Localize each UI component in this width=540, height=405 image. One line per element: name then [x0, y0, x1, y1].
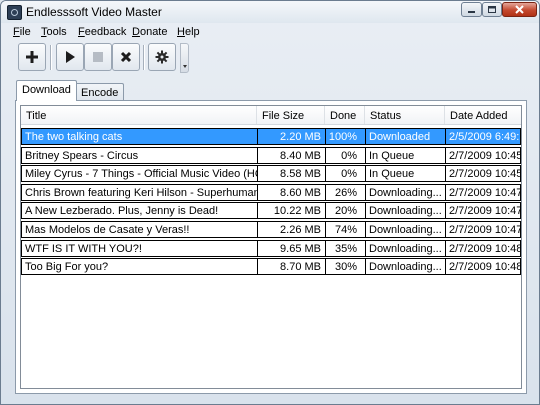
toolbar-separator	[50, 45, 52, 70]
remove-icon	[120, 51, 132, 63]
maximize-button[interactable]	[482, 2, 502, 17]
cell-done: 20%	[325, 202, 365, 220]
column-header-date-added[interactable]: Date Added	[445, 106, 521, 124]
toolbar-overflow-button[interactable]	[180, 43, 189, 73]
cell-title: A New Lezberado. Plus, Jenny is Dead!	[21, 202, 257, 220]
add-icon	[26, 51, 38, 63]
cell-title: Mas Modelos de Casate y Veras!!	[21, 221, 257, 238]
column-header-file-size[interactable]: File Size	[257, 106, 325, 124]
cell-done: 100%	[325, 128, 365, 145]
menu-help-accel: H	[177, 26, 185, 38]
toolbar	[12, 43, 190, 73]
cell-done: 0%	[325, 165, 365, 183]
cell-title: Too Big For you?	[21, 258, 257, 276]
cell-status: In Queue	[365, 146, 445, 164]
cell-status: Downloaded	[365, 128, 445, 145]
column-header-done[interactable]: Done	[325, 106, 365, 124]
menu-bar: File Tools Feedback Donate Help	[1, 25, 539, 41]
table-row[interactable]: Too Big For you? 8.70 MB 30% Downloading...…	[21, 258, 521, 276]
cell-date-added: 2/7/2009 10:47:4	[445, 202, 521, 220]
cell-date-added: 2/7/2009 10:48:1	[445, 258, 521, 276]
cell-date-added: 2/7/2009 10:48:0	[445, 239, 521, 257]
play-icon	[66, 51, 75, 63]
table-row[interactable]: Chris Brown featuring Keri Hilson - Supe…	[21, 183, 521, 202]
cell-done: 26%	[325, 183, 365, 201]
stop-icon	[93, 52, 103, 62]
cell-title: Miley Cyrus - 7 Things - Official Music …	[21, 165, 257, 183]
menu-file-accel: F	[13, 26, 20, 38]
menu-tools-label: ools	[46, 26, 67, 38]
play-button[interactable]	[56, 43, 84, 71]
cell-title: Chris Brown featuring Keri Hilson - Supe…	[21, 183, 257, 201]
cell-done: 0%	[325, 146, 365, 164]
cell-title: WTF IS IT WITH YOU?!	[21, 239, 257, 257]
cell-date-added: 2/7/2009 10:45:1	[445, 146, 521, 164]
cell-file-size: 2.20 MB	[257, 128, 325, 145]
cell-date-added: 2/7/2009 10:47:1	[445, 183, 521, 201]
menu-file-label: ile	[19, 26, 31, 38]
cell-status: Downloading...	[365, 239, 445, 257]
menu-file[interactable]: File	[13, 26, 31, 38]
app-icon[interactable]	[7, 5, 22, 20]
table-row[interactable]: Miley Cyrus - 7 Things - Official Music …	[21, 165, 521, 183]
close-icon	[515, 5, 524, 14]
cell-date-added: 2/7/2009 10:45:5	[445, 165, 521, 183]
cell-status: Downloading...	[365, 183, 445, 201]
menu-donate-label: onate	[139, 26, 168, 38]
menu-feedback[interactable]: Feedback	[78, 26, 126, 38]
table-row[interactable]: Britney Spears - Circus 8.40 MB 0% In Queue…	[21, 146, 521, 165]
menu-help-label: elp	[184, 26, 200, 38]
download-panel: Title File Size Done Status Date Added T…	[15, 100, 527, 394]
cell-file-size: 8.40 MB	[257, 146, 325, 164]
cell-status: Downloading...	[365, 258, 445, 276]
menu-tools[interactable]: Tools	[41, 26, 67, 38]
table-row[interactable]: WTF IS IT WITH YOU?! 9.65 MB 35% Downloadin…	[21, 239, 521, 258]
minimize-button[interactable]	[461, 2, 482, 17]
toolbar-separator	[143, 45, 145, 70]
cell-title: The two talking cats	[21, 128, 257, 145]
cell-file-size: 8.58 MB	[257, 165, 325, 183]
minimize-icon	[468, 11, 475, 13]
menu-feedback-label: eedback	[84, 26, 127, 38]
cell-status: In Queue	[365, 165, 445, 183]
cell-status: Downloading...	[365, 202, 445, 220]
stop-button[interactable]	[84, 43, 112, 71]
cell-done: 35%	[325, 239, 365, 257]
app-window: Endlesssoft Video Master File Tools Feed…	[0, 0, 540, 405]
cell-date-added: 2/5/2009 6:49:19	[445, 128, 521, 145]
cell-title: Britney Spears - Circus	[21, 146, 257, 164]
cell-status: Downloading...	[365, 221, 445, 238]
window-title: Endlesssoft Video Master	[26, 5, 162, 19]
cell-date-added: 2/7/2009 10:47:5	[445, 221, 521, 238]
column-header-status[interactable]: Status	[365, 106, 445, 124]
table-row[interactable]: A New Lezberado. Plus, Jenny is Dead! 10.…	[21, 202, 521, 220]
cell-done: 30%	[325, 258, 365, 276]
remove-button[interactable]	[112, 43, 140, 71]
downloads-table[interactable]: Title File Size Done Status Date Added T…	[20, 105, 522, 389]
menu-donate-accel: D	[132, 26, 140, 38]
cell-file-size: 8.70 MB	[257, 258, 325, 276]
cell-file-size: 10.22 MB	[257, 202, 325, 220]
table-row[interactable]: The two talking cats 2.20 MB 100% Downloade…	[21, 128, 521, 146]
cell-file-size: 9.65 MB	[257, 239, 325, 257]
cell-file-size: 8.60 MB	[257, 183, 325, 201]
menu-feedback-accel: F	[78, 26, 85, 38]
maximize-icon	[488, 6, 496, 13]
column-header-title[interactable]: Title	[21, 106, 257, 124]
tab-download[interactable]: Download	[16, 80, 77, 101]
cell-file-size: 2.26 MB	[257, 221, 325, 238]
cell-done: 74%	[325, 221, 365, 238]
settings-icon	[155, 50, 169, 64]
close-button[interactable]	[502, 2, 537, 17]
title-bar[interactable]: Endlesssoft Video Master	[1, 1, 539, 23]
table-header: Title File Size Done Status Date Added	[21, 106, 521, 125]
add-button[interactable]	[18, 43, 46, 71]
table-row[interactable]: Mas Modelos de Casate y Veras!! 2.26 MB 74…	[21, 221, 521, 239]
settings-button[interactable]	[148, 43, 176, 71]
menu-donate[interactable]: Donate	[132, 26, 167, 38]
menu-help[interactable]: Help	[177, 26, 200, 38]
